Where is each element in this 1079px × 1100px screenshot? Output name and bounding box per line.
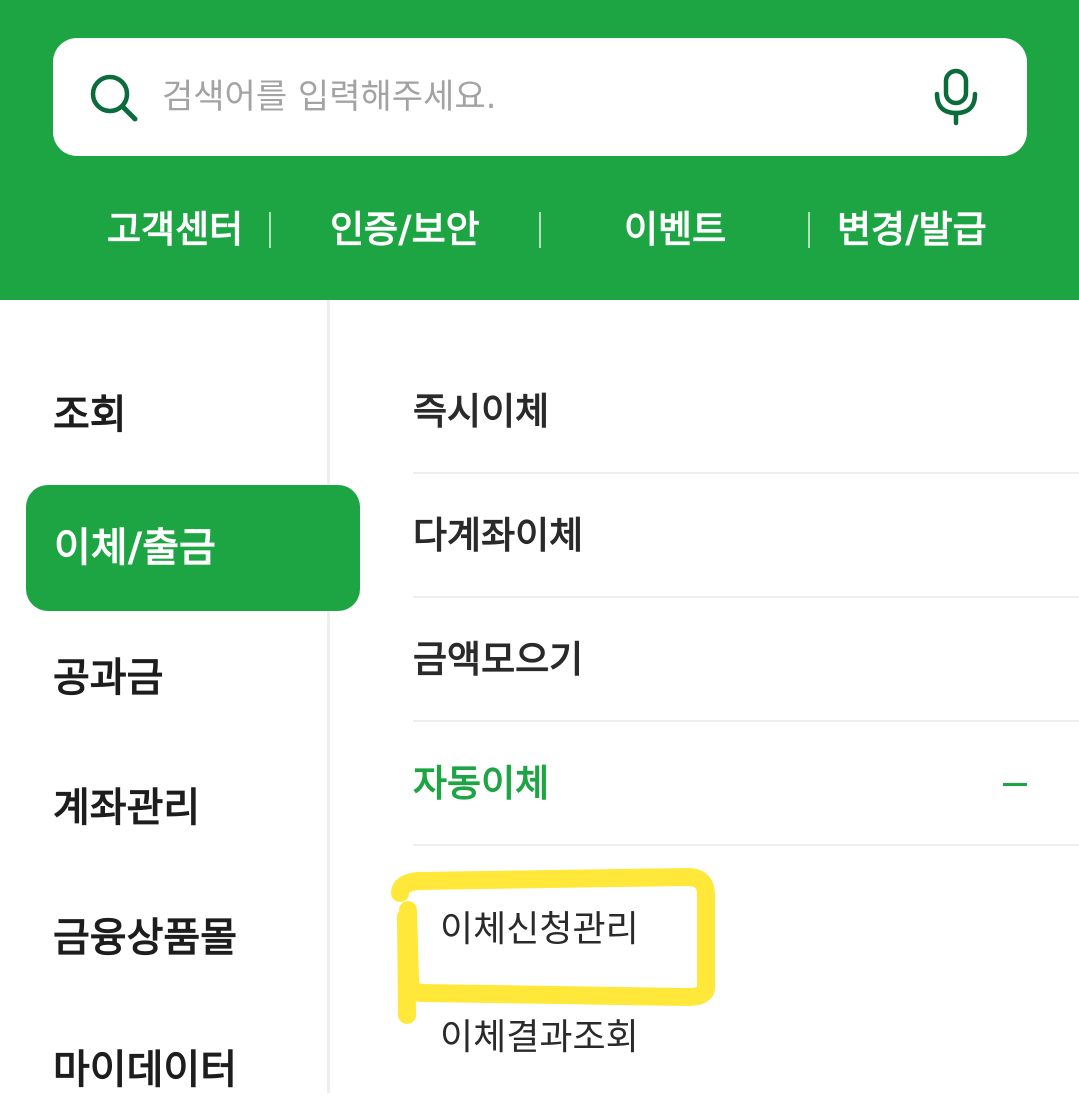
menu-item-label: 금액모으기 bbox=[413, 638, 584, 681]
divider bbox=[539, 212, 541, 248]
menu-item-label: 다계좌이체 bbox=[413, 514, 584, 557]
microphone-icon[interactable] bbox=[930, 68, 982, 126]
quick-link-event[interactable]: 이벤트 bbox=[624, 195, 726, 265]
menu-item-instant-transfer[interactable]: 즉시이체 bbox=[413, 350, 1079, 474]
menu-item-amount-collection[interactable]: 금액모으기 bbox=[413, 598, 1079, 722]
divider bbox=[269, 212, 271, 248]
sidebar-item-account-management[interactable]: 계좌관리 bbox=[53, 778, 200, 838]
quick-links: 고객센터 인증/보안 이벤트 변경/발급 bbox=[0, 195, 1079, 265]
sidebar-item-transfer[interactable]: 이체/출금 bbox=[26, 485, 360, 611]
search-input[interactable] bbox=[162, 62, 882, 132]
sidebar-item-inquiry[interactable]: 조회 bbox=[53, 385, 127, 445]
collapse-icon[interactable] bbox=[1003, 783, 1027, 786]
sidebar-item-financial-products[interactable]: 금융상품몰 bbox=[53, 908, 237, 968]
submenu-item-transfer-result-inquiry[interactable]: 이체결과조회 bbox=[440, 1013, 639, 1063]
search-icon[interactable] bbox=[88, 72, 140, 124]
menu-item-label: 즉시이체 bbox=[413, 390, 550, 433]
header: 고객센터 인증/보안 이벤트 변경/발급 bbox=[0, 0, 1079, 300]
menu-item-label: 자동이체 bbox=[413, 762, 550, 805]
divider bbox=[808, 212, 810, 248]
sidebar-item-label: 이체/출금 bbox=[54, 525, 216, 571]
sidebar-item-utility-bills[interactable]: 공과금 bbox=[53, 648, 163, 708]
quick-link-customer-center[interactable]: 고객센터 bbox=[107, 195, 243, 265]
quick-link-auth-security[interactable]: 인증/보안 bbox=[330, 195, 480, 265]
submenu-item-transfer-request-management[interactable]: 이체신청관리 bbox=[440, 905, 639, 955]
transfer-menu: 즉시이체 다계좌이체 금액모으기 자동이체 이체신청관리 이체결과조회 bbox=[413, 300, 1079, 1093]
quick-link-change-issue[interactable]: 변경/발급 bbox=[837, 195, 987, 265]
menu-item-multi-account-transfer[interactable]: 다계좌이체 bbox=[413, 474, 1079, 598]
sidebar: 조회 이체/출금 공과금 계좌관리 금융상품몰 마이데이터 bbox=[0, 300, 360, 1093]
menu-item-auto-transfer[interactable]: 자동이체 bbox=[413, 722, 1079, 846]
sidebar-item-mydata[interactable]: 마이데이터 bbox=[53, 1040, 237, 1100]
